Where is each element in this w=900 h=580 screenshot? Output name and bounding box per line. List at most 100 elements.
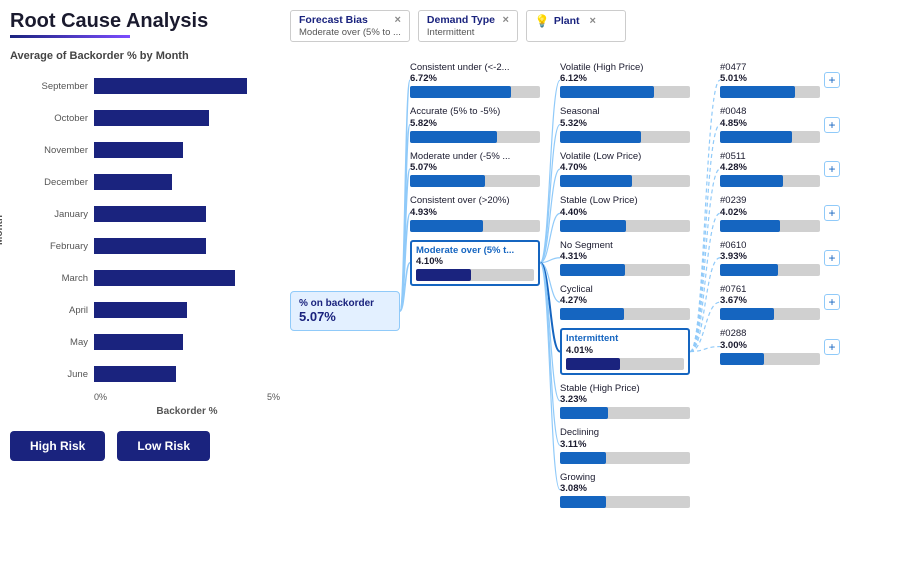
y-axis-label-col: Month xyxy=(10,70,26,390)
demand-node[interactable]: Stable (Low Price) 4.40% xyxy=(560,195,690,231)
plant-node-bar-fill xyxy=(720,131,792,143)
demand-node[interactable]: Volatile (Low Price) 4.70% xyxy=(560,151,690,187)
plant-item[interactable]: #0048 4.85% + xyxy=(720,106,840,142)
forecast-node-bar-bg xyxy=(410,220,540,232)
filter-chip-close-forecast-bias[interactable]: × xyxy=(394,14,400,26)
plant-node-content: #0610 3.93% xyxy=(720,240,820,276)
forecast-node-label: Accurate (5% to -5%) xyxy=(410,106,540,117)
demand-col: Volatile (High Price) 6.12% Seasonal 5.3… xyxy=(560,62,690,516)
bottom-buttons: High Risk Low Risk xyxy=(10,431,280,461)
bar-row[interactable]: September xyxy=(26,70,280,102)
demand-node[interactable]: Seasonal 5.32% xyxy=(560,106,690,142)
title-underline xyxy=(10,35,130,38)
bar-row[interactable]: May xyxy=(26,326,280,358)
plant-chip-label: Plant xyxy=(554,15,580,27)
plant-expand-button[interactable]: + xyxy=(824,161,840,177)
filter-chip-header-demand-type: Demand Type × xyxy=(427,14,509,26)
plant-node-content: #0511 4.28% xyxy=(720,151,820,187)
plant-expand-button[interactable]: + xyxy=(824,339,840,355)
filter-chip-forecast-bias[interactable]: Forecast Bias × Moderate over (5% to ... xyxy=(290,10,410,42)
forecast-node[interactable]: Consistent over (>20%) 4.93% xyxy=(410,195,540,231)
demand-node-label: Growing xyxy=(560,472,690,483)
filter-chip-label-demand-type: Demand Type xyxy=(427,14,495,26)
forecast-node[interactable]: Moderate under (-5% ... 5.07% xyxy=(410,151,540,187)
filter-chip-value-forecast-bias: Moderate over (5% to ... xyxy=(299,27,401,38)
plant-node-label: #0288 xyxy=(720,328,820,339)
plant-item[interactable]: #0761 3.67% + xyxy=(720,284,840,320)
high-risk-button[interactable]: High Risk xyxy=(10,431,105,461)
forecast-node[interactable]: Accurate (5% to -5%) 5.82% xyxy=(410,106,540,142)
bar-row[interactable]: March xyxy=(26,262,280,294)
plant-expand-button[interactable]: + xyxy=(824,294,840,310)
plant-node-bar-bg xyxy=(720,175,820,187)
x-tick: 0% xyxy=(94,392,107,402)
plant-node-bar-fill xyxy=(720,264,778,276)
plant-item[interactable]: #0288 3.00% + xyxy=(720,328,840,364)
plant-item[interactable]: #0610 3.93% + xyxy=(720,240,840,276)
plant-node-bar-fill xyxy=(720,308,774,320)
forecast-node-bar-bg xyxy=(416,269,534,281)
filter-chip-demand-type[interactable]: Demand Type × Intermittent xyxy=(418,10,518,42)
low-risk-button[interactable]: Low Risk xyxy=(117,431,210,461)
plant-item[interactable]: #0239 4.02% + xyxy=(720,195,840,231)
bar-fill xyxy=(94,334,183,350)
plant-node-bar-bg xyxy=(720,308,820,320)
forecast-node[interactable]: Moderate over (5% t... 4.10% xyxy=(410,240,540,286)
bar-container xyxy=(94,110,280,126)
demand-node-bar-fill xyxy=(560,220,626,232)
forecast-node[interactable]: Consistent under (<-2... 6.72% xyxy=(410,62,540,98)
plant-expand-button[interactable]: + xyxy=(824,117,840,133)
forecast-col: Consistent under (<-2... 6.72% Accurate … xyxy=(410,62,540,294)
bar-row[interactable]: February xyxy=(26,230,280,262)
forecast-node-value: 5.82% xyxy=(410,118,540,129)
demand-node-bar-fill xyxy=(560,407,608,419)
plant-chip-close[interactable]: × xyxy=(590,15,596,27)
page-title: Root Cause Analysis xyxy=(10,10,280,33)
forecast-node-bar-fill xyxy=(410,86,511,98)
demand-node[interactable]: Intermittent 4.01% xyxy=(560,328,690,374)
bar-row[interactable]: November xyxy=(26,134,280,166)
plant-node-bar-fill xyxy=(720,175,783,187)
bar-container xyxy=(94,78,280,94)
root-node[interactable]: % on backorder 5.07% xyxy=(290,291,400,331)
bar-fill xyxy=(94,142,183,158)
demand-node[interactable]: Declining 3.11% xyxy=(560,427,690,463)
plant-node-bar-bg xyxy=(720,86,820,98)
demand-node-value: 4.31% xyxy=(560,251,690,262)
demand-node[interactable]: Growing 3.08% xyxy=(560,472,690,508)
plant-item[interactable]: #0477 5.01% + xyxy=(720,62,840,98)
filter-chip-label-forecast-bias: Forecast Bias xyxy=(299,14,368,26)
forecast-node-label: Consistent under (<-2... xyxy=(410,62,540,73)
plant-node-value: 4.02% xyxy=(720,207,820,218)
filter-chip-value-demand-type: Intermittent xyxy=(427,27,509,38)
demand-node-value: 5.32% xyxy=(560,118,690,129)
filter-chip-plant[interactable]: 💡 Plant × xyxy=(526,10,626,42)
bar-row[interactable]: January xyxy=(26,198,280,230)
demand-node[interactable]: Cyclical 4.27% xyxy=(560,284,690,320)
demand-node-label: Stable (Low Price) xyxy=(560,195,690,206)
bar-row[interactable]: April xyxy=(26,294,280,326)
demand-node-label: Intermittent xyxy=(566,333,684,344)
bar-row[interactable]: October xyxy=(26,102,280,134)
demand-node[interactable]: Stable (High Price) 3.23% xyxy=(560,383,690,419)
plant-expand-button[interactable]: + xyxy=(824,205,840,221)
forecast-node-value: 5.07% xyxy=(410,162,540,173)
filter-chip-close-demand-type[interactable]: × xyxy=(502,14,508,26)
demand-node-bar-bg xyxy=(560,86,690,98)
bar-container xyxy=(94,206,280,222)
forecast-node-bar-fill xyxy=(410,175,485,187)
bar-row[interactable]: June xyxy=(26,358,280,390)
demand-node-value: 4.70% xyxy=(560,162,690,173)
plant-expand-button[interactable]: + xyxy=(824,250,840,266)
demand-node-bar-bg xyxy=(560,496,690,508)
plant-node-content: #0477 5.01% xyxy=(720,62,820,98)
bar-fill xyxy=(94,238,206,254)
demand-node[interactable]: No Segment 4.31% xyxy=(560,240,690,276)
bar-row[interactable]: December xyxy=(26,166,280,198)
plant-item[interactable]: #0511 4.28% + xyxy=(720,151,840,187)
plant-node-content: #0239 4.02% xyxy=(720,195,820,231)
plant-node-bar-bg xyxy=(720,353,820,365)
tree-area: % on backorder 5.07% Consistent under (<… xyxy=(290,52,890,570)
demand-node[interactable]: Volatile (High Price) 6.12% xyxy=(560,62,690,98)
plant-expand-button[interactable]: + xyxy=(824,72,840,88)
